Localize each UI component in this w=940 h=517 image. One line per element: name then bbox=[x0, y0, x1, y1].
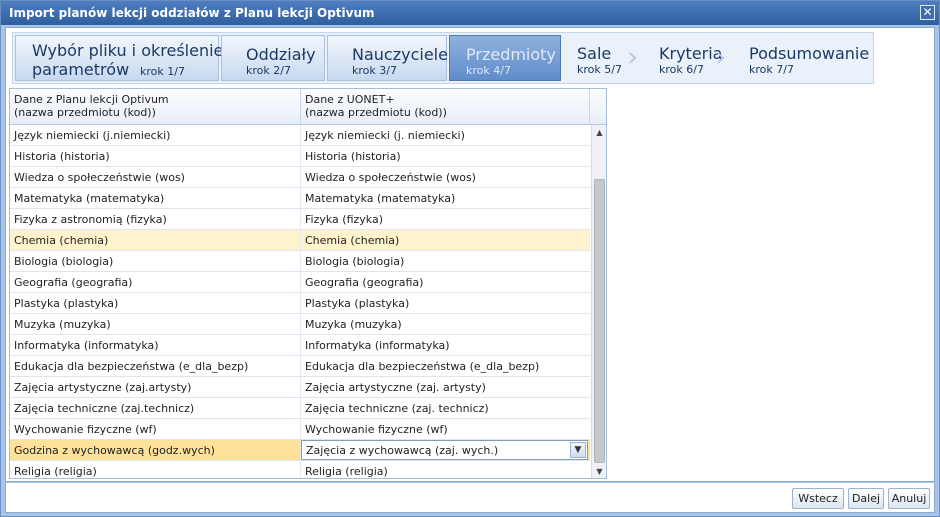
source-subject-cell: Język niemiecki (j.niemiecki) bbox=[14, 129, 171, 142]
header-line: (nazwa przedmiotu (kod)) bbox=[14, 106, 156, 119]
target-subject-cell: Wiedza o społeczeństwie (wos) bbox=[305, 171, 476, 184]
step-label: parametrów bbox=[32, 60, 130, 79]
dialog-content: Wybór pliku i określenie parametrów krok… bbox=[5, 27, 935, 482]
header-line: (nazwa przedmiotu (kod)) bbox=[305, 106, 447, 119]
step-number: krok 1/7 bbox=[140, 65, 185, 78]
target-subject-cell: Religia (religia) bbox=[305, 465, 388, 478]
header-line: Dane z Planu lekcji Optivum bbox=[14, 93, 169, 106]
wizard-steps: Wybór pliku i określenie parametrów krok… bbox=[12, 32, 874, 84]
next-button[interactable]: Dalej bbox=[848, 488, 884, 509]
column-divider bbox=[300, 89, 301, 125]
step-subjects[interactable]: Przedmioty krok 4/7 bbox=[449, 35, 561, 81]
target-subject-cell: Zajęcia artystyczne (zaj. artysty) bbox=[305, 381, 486, 394]
target-subject-cell: Geografia (geografia) bbox=[305, 276, 424, 289]
cancel-button[interactable]: Anuluj bbox=[888, 488, 930, 509]
step-number: krok 4/7 bbox=[466, 64, 511, 77]
header-line: Dane z UONET+ bbox=[305, 93, 395, 106]
header-source[interactable]: Dane z Planu lekcji Optivum (nazwa przed… bbox=[14, 93, 169, 119]
column-divider bbox=[589, 89, 590, 125]
target-subject-cell: Język niemiecki (j. niemiecki) bbox=[305, 129, 465, 142]
step-number: krok 2/7 bbox=[246, 64, 291, 77]
target-subject-cell: Muzyka (muzyka) bbox=[305, 318, 402, 331]
window-title: Import planów lekcji oddziałów z Planu l… bbox=[9, 6, 375, 20]
target-subject-cell: Edukacja dla bezpieczeństwa (e_dla_bezp) bbox=[305, 360, 540, 373]
step-label: Podsumowanie bbox=[749, 44, 870, 63]
close-icon[interactable]: ✕ bbox=[920, 5, 935, 20]
target-subject-cell: Plastyka (plastyka) bbox=[305, 297, 410, 310]
source-subject-cell: Informatyka (informatyka) bbox=[14, 339, 159, 352]
source-subject-cell: Matematyka (matematyka) bbox=[14, 192, 165, 205]
subjects-grid: Dane z Planu lekcji Optivum (nazwa przed… bbox=[9, 88, 607, 479]
source-subject-cell: Geografia (geografia) bbox=[14, 276, 133, 289]
source-subject-cell: Muzyka (muzyka) bbox=[14, 318, 111, 331]
step-number: krok 5/7 bbox=[577, 63, 622, 76]
step-label: Nauczyciele bbox=[352, 45, 448, 64]
vertical-scrollbar[interactable]: ▲ ▼ bbox=[591, 125, 606, 478]
chevron-right-icon: › bbox=[715, 40, 727, 73]
header-target[interactable]: Dane z UONET+ (nazwa przedmiotu (kod)) bbox=[305, 93, 447, 119]
target-subject-select[interactable]: Zajęcia z wychowawcą (zaj. wych.) ▼ bbox=[301, 440, 588, 460]
source-subject-cell: Godzina z wychowawcą (godz.wych) bbox=[14, 444, 215, 457]
import-dialog: Import planów lekcji oddziałów z Planu l… bbox=[0, 0, 940, 517]
scroll-down-icon[interactable]: ▼ bbox=[594, 466, 605, 477]
step-label: Przedmioty bbox=[466, 45, 556, 64]
target-subject-cell: Zajęcia techniczne (zaj. technicz) bbox=[305, 402, 489, 415]
step-label: Oddziały bbox=[246, 45, 316, 64]
source-subject-cell: Zajęcia techniczne (zaj.technicz) bbox=[14, 402, 195, 415]
target-subject-cell: Biologia (biologia) bbox=[305, 255, 405, 268]
chevron-down-icon[interactable]: ▼ bbox=[570, 442, 586, 458]
back-button[interactable]: Wstecz bbox=[792, 488, 844, 509]
source-subject-cell: Edukacja dla bezpieczeństwa (e_dla_bezp) bbox=[14, 360, 249, 373]
source-subject-cell: Wiedza o społeczeństwie (wos) bbox=[14, 171, 185, 184]
scroll-up-icon[interactable]: ▲ bbox=[594, 127, 605, 138]
title-bar: Import planów lekcji oddziałów z Planu l… bbox=[1, 1, 939, 25]
step-number: krok 3/7 bbox=[352, 64, 397, 77]
source-subject-cell: Historia (historia) bbox=[14, 150, 110, 163]
source-subject-cell: Chemia (chemia) bbox=[14, 234, 109, 247]
step-label: Kryteria bbox=[659, 44, 723, 63]
target-subject-cell: Wychowanie fizyczne (wf) bbox=[305, 423, 448, 436]
chevron-right-icon: › bbox=[627, 40, 639, 73]
source-subject-cell: Religia (religia) bbox=[14, 465, 97, 478]
column-divider bbox=[300, 125, 301, 478]
target-subject-cell: Fizyka (fizyka) bbox=[305, 213, 383, 226]
scroll-thumb[interactable] bbox=[594, 179, 605, 463]
step-criteria[interactable]: Kryteria krok 6/7 bbox=[639, 35, 725, 81]
target-subject-cell: Chemia (chemia) bbox=[305, 234, 400, 247]
dialog-footer: Wstecz Dalej Anuluj bbox=[5, 483, 935, 513]
grid-header: Dane z Planu lekcji Optivum (nazwa przed… bbox=[10, 89, 606, 125]
select-value: Zajęcia z wychowawcą (zaj. wych.) bbox=[306, 444, 499, 457]
step-label: Wybór pliku i określenie bbox=[32, 41, 224, 60]
target-subject-cell: Informatyka (informatyka) bbox=[305, 339, 450, 352]
step-classes[interactable]: Oddziały krok 2/7 bbox=[221, 35, 325, 81]
source-subject-cell: Biologia (biologia) bbox=[14, 255, 114, 268]
step-teachers[interactable]: Nauczyciele krok 3/7 bbox=[327, 35, 448, 81]
source-subject-cell: Fizyka z astronomią (fizyka) bbox=[14, 213, 167, 226]
step-label: Sale bbox=[577, 44, 612, 63]
step-file-selection[interactable]: Wybór pliku i określenie parametrów krok… bbox=[15, 35, 223, 81]
source-subject-cell: Zajęcia artystyczne (zaj.artysty) bbox=[14, 381, 192, 394]
source-subject-cell: Wychowanie fizyczne (wf) bbox=[14, 423, 157, 436]
source-subject-cell: Plastyka (plastyka) bbox=[14, 297, 119, 310]
step-number: krok 7/7 bbox=[749, 63, 794, 76]
step-rooms[interactable]: Sale krok 5/7 bbox=[563, 35, 637, 81]
target-subject-cell: Historia (historia) bbox=[305, 150, 401, 163]
step-number: krok 6/7 bbox=[659, 63, 704, 76]
step-summary[interactable]: Podsumowanie krok 7/7 bbox=[727, 35, 873, 81]
target-subject-cell: Matematyka (matematyka) bbox=[305, 192, 456, 205]
